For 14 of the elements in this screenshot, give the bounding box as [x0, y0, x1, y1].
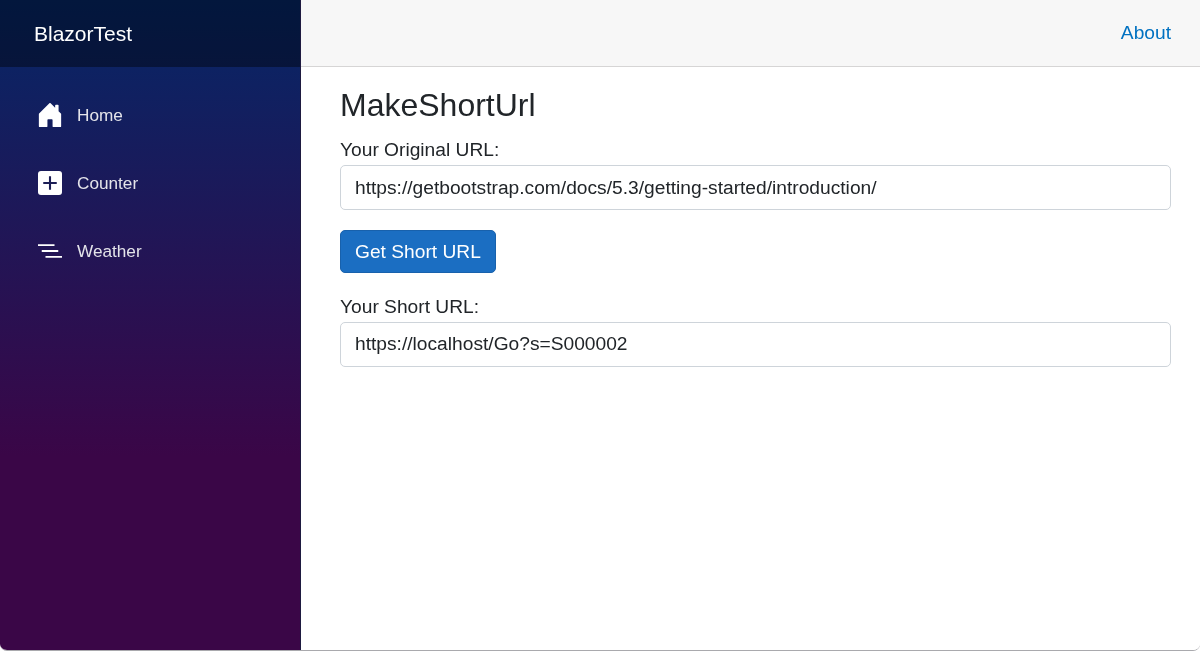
nav-link[interactable]: Counter [38, 154, 139, 212]
field-label: Your Original URL: [340, 138, 500, 163]
nav-link[interactable]: Home [38, 86, 123, 144]
get-short-url-button[interactable]: Get Short URL [340, 230, 496, 274]
about-link[interactable]: About [1120, 22, 1171, 44]
nav-link[interactable]: Weather [38, 222, 142, 280]
url-field[interactable]: https://localhost/Go?s=S000002 [340, 322, 1171, 367]
url-field[interactable]: https://getbootstrap.com/docs/5.3/getting-started/introduction/ [340, 165, 1171, 211]
plus-square-icon [38, 171, 62, 195]
brand-link[interactable]: BlazorTest [34, 21, 133, 46]
field-label: Your Short URL: [340, 295, 479, 320]
home-icon [38, 103, 62, 127]
page-title: MakeShortUrl [340, 86, 537, 125]
list-icon [38, 244, 62, 258]
